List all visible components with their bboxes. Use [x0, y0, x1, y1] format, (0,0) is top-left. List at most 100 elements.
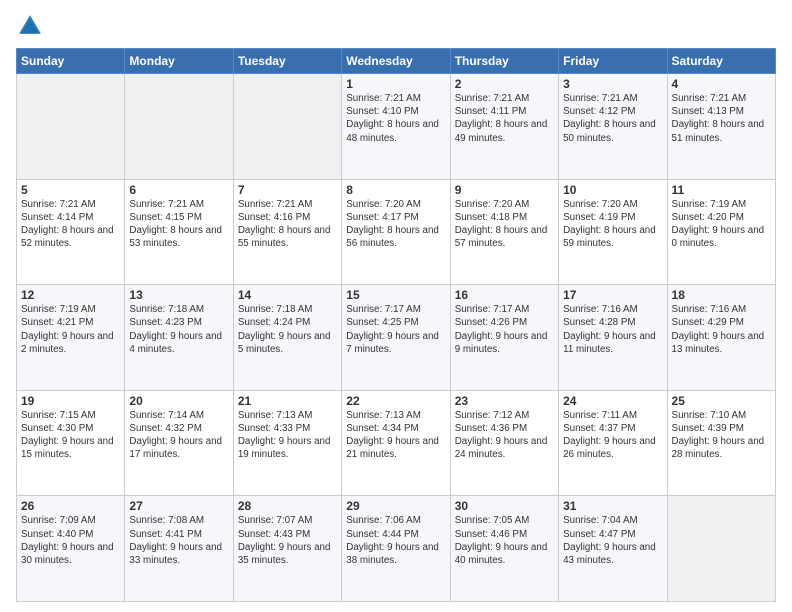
calendar-cell: 6Sunrise: 7:21 AM Sunset: 4:15 PM Daylig…: [125, 179, 233, 285]
calendar-week-row: 1Sunrise: 7:21 AM Sunset: 4:10 PM Daylig…: [17, 74, 776, 180]
weekday-header: Friday: [559, 49, 667, 74]
weekday-header: Saturday: [667, 49, 775, 74]
day-number: 6: [129, 183, 228, 197]
calendar-cell: 19Sunrise: 7:15 AM Sunset: 4:30 PM Dayli…: [17, 390, 125, 496]
weekday-header: Thursday: [450, 49, 558, 74]
calendar-cell: 21Sunrise: 7:13 AM Sunset: 4:33 PM Dayli…: [233, 390, 341, 496]
day-number: 13: [129, 288, 228, 302]
logo-icon: [16, 12, 44, 40]
calendar-cell: [667, 496, 775, 602]
day-number: 21: [238, 394, 337, 408]
calendar-cell: 8Sunrise: 7:20 AM Sunset: 4:17 PM Daylig…: [342, 179, 450, 285]
weekday-header: Tuesday: [233, 49, 341, 74]
day-info: Sunrise: 7:05 AM Sunset: 4:46 PM Dayligh…: [455, 514, 554, 567]
day-number: 30: [455, 499, 554, 513]
day-number: 2: [455, 77, 554, 91]
calendar-cell: 10Sunrise: 7:20 AM Sunset: 4:19 PM Dayli…: [559, 179, 667, 285]
day-info: Sunrise: 7:10 AM Sunset: 4:39 PM Dayligh…: [672, 409, 771, 462]
day-number: 7: [238, 183, 337, 197]
calendar-cell: [17, 74, 125, 180]
calendar-cell: 31Sunrise: 7:04 AM Sunset: 4:47 PM Dayli…: [559, 496, 667, 602]
day-number: 3: [563, 77, 662, 91]
day-number: 5: [21, 183, 120, 197]
weekday-header-row: SundayMondayTuesdayWednesdayThursdayFrid…: [17, 49, 776, 74]
day-number: 8: [346, 183, 445, 197]
day-info: Sunrise: 7:21 AM Sunset: 4:11 PM Dayligh…: [455, 92, 554, 145]
day-info: Sunrise: 7:04 AM Sunset: 4:47 PM Dayligh…: [563, 514, 662, 567]
calendar-cell: 22Sunrise: 7:13 AM Sunset: 4:34 PM Dayli…: [342, 390, 450, 496]
day-info: Sunrise: 7:21 AM Sunset: 4:12 PM Dayligh…: [563, 92, 662, 145]
day-number: 12: [21, 288, 120, 302]
calendar-cell: 27Sunrise: 7:08 AM Sunset: 4:41 PM Dayli…: [125, 496, 233, 602]
day-number: 11: [672, 183, 771, 197]
day-info: Sunrise: 7:16 AM Sunset: 4:29 PM Dayligh…: [672, 303, 771, 356]
day-info: Sunrise: 7:07 AM Sunset: 4:43 PM Dayligh…: [238, 514, 337, 567]
calendar-cell: 23Sunrise: 7:12 AM Sunset: 4:36 PM Dayli…: [450, 390, 558, 496]
calendar-cell: 12Sunrise: 7:19 AM Sunset: 4:21 PM Dayli…: [17, 285, 125, 391]
day-number: 19: [21, 394, 120, 408]
day-number: 31: [563, 499, 662, 513]
day-info: Sunrise: 7:09 AM Sunset: 4:40 PM Dayligh…: [21, 514, 120, 567]
calendar-cell: 1Sunrise: 7:21 AM Sunset: 4:10 PM Daylig…: [342, 74, 450, 180]
day-number: 23: [455, 394, 554, 408]
day-info: Sunrise: 7:12 AM Sunset: 4:36 PM Dayligh…: [455, 409, 554, 462]
day-number: 1: [346, 77, 445, 91]
calendar-cell: 20Sunrise: 7:14 AM Sunset: 4:32 PM Dayli…: [125, 390, 233, 496]
day-number: 9: [455, 183, 554, 197]
calendar-cell: 15Sunrise: 7:17 AM Sunset: 4:25 PM Dayli…: [342, 285, 450, 391]
day-number: 24: [563, 394, 662, 408]
weekday-header: Monday: [125, 49, 233, 74]
calendar-cell: 4Sunrise: 7:21 AM Sunset: 4:13 PM Daylig…: [667, 74, 775, 180]
day-info: Sunrise: 7:18 AM Sunset: 4:23 PM Dayligh…: [129, 303, 228, 356]
calendar-cell: 14Sunrise: 7:18 AM Sunset: 4:24 PM Dayli…: [233, 285, 341, 391]
day-number: 10: [563, 183, 662, 197]
day-info: Sunrise: 7:17 AM Sunset: 4:26 PM Dayligh…: [455, 303, 554, 356]
day-number: 22: [346, 394, 445, 408]
day-info: Sunrise: 7:21 AM Sunset: 4:16 PM Dayligh…: [238, 198, 337, 251]
day-info: Sunrise: 7:15 AM Sunset: 4:30 PM Dayligh…: [21, 409, 120, 462]
day-number: 20: [129, 394, 228, 408]
calendar: SundayMondayTuesdayWednesdayThursdayFrid…: [16, 48, 776, 602]
calendar-cell: 24Sunrise: 7:11 AM Sunset: 4:37 PM Dayli…: [559, 390, 667, 496]
day-info: Sunrise: 7:20 AM Sunset: 4:19 PM Dayligh…: [563, 198, 662, 251]
day-info: Sunrise: 7:21 AM Sunset: 4:14 PM Dayligh…: [21, 198, 120, 251]
calendar-cell: 26Sunrise: 7:09 AM Sunset: 4:40 PM Dayli…: [17, 496, 125, 602]
calendar-cell: 29Sunrise: 7:06 AM Sunset: 4:44 PM Dayli…: [342, 496, 450, 602]
day-info: Sunrise: 7:20 AM Sunset: 4:18 PM Dayligh…: [455, 198, 554, 251]
calendar-week-row: 19Sunrise: 7:15 AM Sunset: 4:30 PM Dayli…: [17, 390, 776, 496]
day-info: Sunrise: 7:18 AM Sunset: 4:24 PM Dayligh…: [238, 303, 337, 356]
day-info: Sunrise: 7:21 AM Sunset: 4:10 PM Dayligh…: [346, 92, 445, 145]
calendar-week-row: 5Sunrise: 7:21 AM Sunset: 4:14 PM Daylig…: [17, 179, 776, 285]
page: SundayMondayTuesdayWednesdayThursdayFrid…: [0, 0, 792, 612]
day-info: Sunrise: 7:20 AM Sunset: 4:17 PM Dayligh…: [346, 198, 445, 251]
day-info: Sunrise: 7:13 AM Sunset: 4:33 PM Dayligh…: [238, 409, 337, 462]
calendar-cell: 11Sunrise: 7:19 AM Sunset: 4:20 PM Dayli…: [667, 179, 775, 285]
day-info: Sunrise: 7:21 AM Sunset: 4:15 PM Dayligh…: [129, 198, 228, 251]
calendar-cell: 5Sunrise: 7:21 AM Sunset: 4:14 PM Daylig…: [17, 179, 125, 285]
weekday-header: Wednesday: [342, 49, 450, 74]
calendar-cell: 13Sunrise: 7:18 AM Sunset: 4:23 PM Dayli…: [125, 285, 233, 391]
calendar-cell: [233, 74, 341, 180]
day-number: 27: [129, 499, 228, 513]
calendar-cell: 30Sunrise: 7:05 AM Sunset: 4:46 PM Dayli…: [450, 496, 558, 602]
logo: [16, 12, 48, 40]
day-number: 29: [346, 499, 445, 513]
weekday-header: Sunday: [17, 49, 125, 74]
day-info: Sunrise: 7:06 AM Sunset: 4:44 PM Dayligh…: [346, 514, 445, 567]
day-number: 15: [346, 288, 445, 302]
day-info: Sunrise: 7:16 AM Sunset: 4:28 PM Dayligh…: [563, 303, 662, 356]
day-info: Sunrise: 7:19 AM Sunset: 4:21 PM Dayligh…: [21, 303, 120, 356]
calendar-week-row: 26Sunrise: 7:09 AM Sunset: 4:40 PM Dayli…: [17, 496, 776, 602]
day-info: Sunrise: 7:17 AM Sunset: 4:25 PM Dayligh…: [346, 303, 445, 356]
calendar-cell: [125, 74, 233, 180]
calendar-cell: 28Sunrise: 7:07 AM Sunset: 4:43 PM Dayli…: [233, 496, 341, 602]
day-number: 25: [672, 394, 771, 408]
day-number: 17: [563, 288, 662, 302]
day-number: 18: [672, 288, 771, 302]
calendar-cell: 25Sunrise: 7:10 AM Sunset: 4:39 PM Dayli…: [667, 390, 775, 496]
day-number: 28: [238, 499, 337, 513]
day-number: 4: [672, 77, 771, 91]
calendar-cell: 17Sunrise: 7:16 AM Sunset: 4:28 PM Dayli…: [559, 285, 667, 391]
calendar-cell: 3Sunrise: 7:21 AM Sunset: 4:12 PM Daylig…: [559, 74, 667, 180]
calendar-cell: 18Sunrise: 7:16 AM Sunset: 4:29 PM Dayli…: [667, 285, 775, 391]
